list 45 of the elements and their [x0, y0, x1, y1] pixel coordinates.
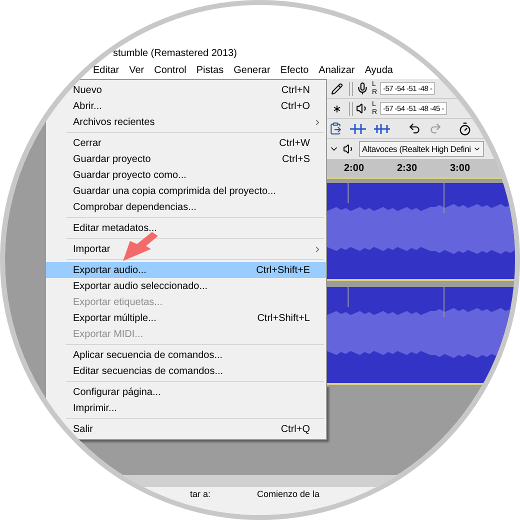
speaker-icon[interactable] [356, 102, 369, 115]
paste-icon[interactable] [329, 122, 342, 135]
menu-bar-item[interactable]: Ayuda [360, 63, 398, 78]
menu-bar-item[interactable]: Generar [228, 63, 276, 78]
menu-item[interactable]: Editar secuencias de comandos... [46, 363, 326, 379]
menu-item[interactable]: Abrir... Ctrl+O [46, 98, 326, 114]
output-device-dropdown[interactable]: Altavoces (Realtek High Defini [359, 141, 484, 157]
menu-item[interactable]: Guardar una copia comprimida del proyecto... [46, 183, 326, 199]
silence-icon[interactable] [374, 122, 390, 134]
status-label: Comienzo de la [257, 488, 320, 501]
speaker-icon [343, 143, 355, 155]
menu-item[interactable]: Guardar proyecto Ctrl+S [46, 151, 326, 167]
menu-item[interactable]: Aplicar secuencia de comandos... [46, 347, 326, 363]
menu-item[interactable]: Configurar página... [46, 384, 326, 400]
menu-item[interactable]: Importar [46, 241, 326, 257]
trim-icon[interactable] [350, 122, 366, 134]
time-label: 2:00 [343, 162, 366, 176]
menu-item[interactable]: Guardar proyecto como... [46, 167, 326, 183]
undo-icon[interactable] [408, 122, 421, 135]
menu-bar-item[interactable]: Control [149, 63, 192, 78]
timer-icon[interactable] [458, 122, 472, 136]
microphone-icon[interactable] [356, 82, 369, 95]
menu-item[interactable]: Salir Ctrl+Q [46, 421, 326, 437]
asterisk-icon[interactable] [331, 102, 343, 114]
menu-bar-item[interactable]: Efecto [275, 63, 314, 78]
menu-item[interactable]: Editar metadatos... [46, 220, 326, 236]
menu-item[interactable]: Exportar múltiple... Ctrl+Shift+L [46, 310, 326, 326]
menu-item[interactable]: Cerrar Ctrl+W [46, 135, 326, 151]
menu-bar-item[interactable]: Ver [124, 63, 150, 78]
annotation-arrow [120, 231, 160, 263]
menu-bar-item[interactable]: Analizar [314, 63, 360, 78]
menu-item[interactable]: Exportar audio seleccionado... [46, 278, 326, 294]
time-label: 2:30 [396, 162, 418, 176]
menu-item[interactable]: Comprobar dependencias... [46, 199, 326, 215]
menu-item[interactable]: Archivos recientes [46, 114, 326, 130]
time-label: 3:00 [449, 162, 472, 176]
menu-item[interactable]: Imprimir... [46, 400, 326, 416]
menu-bar-item[interactable]: Pistas [191, 63, 229, 78]
window-title: stumble (Remastered 2013) [113, 47, 237, 61]
status-label: tar a: [190, 488, 212, 501]
caret-icon [472, 145, 481, 153]
menu-bar-item[interactable]: Editar [88, 63, 124, 78]
menu-item[interactable]: Exportar audio... Ctrl+Shift+E [46, 262, 326, 278]
menu-item[interactable]: Nuevo Ctrl+N [46, 82, 326, 98]
pencil-icon[interactable] [331, 82, 343, 94]
